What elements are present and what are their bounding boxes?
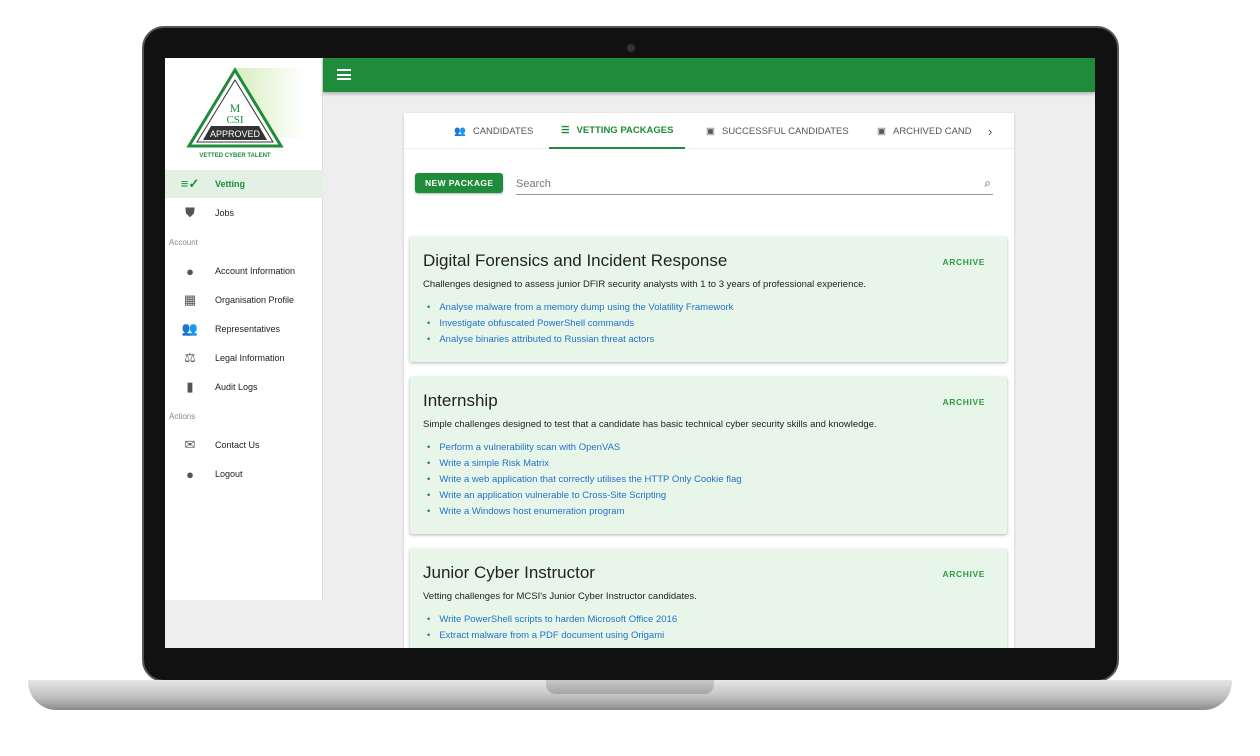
sidebar-item-legal-information[interactable]: ⚖ Legal Information bbox=[165, 344, 323, 372]
new-package-button[interactable]: NEW PACKAGE bbox=[415, 173, 504, 193]
challenge-link[interactable]: Investigate obfuscated PowerShell comman… bbox=[427, 316, 994, 332]
tab-vetting-packages[interactable]: ☰ VETTING PACKAGES bbox=[549, 113, 686, 149]
sidebar-item-label: Legal Information bbox=[215, 353, 285, 363]
sidebar-item-organisation-profile[interactable]: ▦ Organisation Profile bbox=[165, 286, 323, 314]
top-app-bar bbox=[323, 58, 1095, 92]
sidebar-item-contact-us[interactable]: ✉ Contact Us bbox=[165, 431, 323, 459]
app-screen: M CSI APPROVED VETTED CYBER TALENT ≡✓ Vet… bbox=[165, 58, 1095, 648]
mcsi-approved-logo: M CSI APPROVED VETTED CYBER TALENT bbox=[186, 67, 305, 159]
challenge-link[interactable]: Write a simple Risk Matrix bbox=[427, 456, 994, 472]
account-circle-icon: ● bbox=[186, 263, 194, 279]
package-title: Internship bbox=[423, 391, 498, 410]
package-title: Junior Cyber Instructor bbox=[423, 563, 595, 582]
challenge-link[interactable]: Extract malware from a PDF document usin… bbox=[427, 628, 994, 644]
mail-icon: ✉ bbox=[184, 437, 196, 452]
sidebar-item-label: Account Information bbox=[215, 266, 296, 276]
sidebar-item-audit-logs[interactable]: ▮ Audit Logs bbox=[165, 373, 323, 401]
tab-label: SUCCESSFUL CANDIDATES bbox=[721, 125, 849, 137]
package-description: Simple challenges designed to test that … bbox=[423, 419, 877, 430]
svg-text:CSI: CSI bbox=[226, 114, 243, 126]
tab-label: ARCHIVED CAND bbox=[892, 125, 972, 137]
webcam bbox=[627, 44, 635, 52]
sidebar: M CSI APPROVED VETTED CYBER TALENT ≡✓ Vet… bbox=[165, 58, 323, 600]
svg-text:APPROVED: APPROVED bbox=[210, 129, 261, 139]
package-description: Challenges designed to assess junior DFI… bbox=[423, 279, 867, 290]
tab-candidates[interactable]: 👥 CANDIDATES bbox=[442, 113, 545, 149]
challenge-link[interactable]: Write PowerShell scripts to harden Micro… bbox=[427, 612, 994, 628]
sidebar-item-label: Logout bbox=[215, 469, 243, 479]
archive-box-icon: ▣ bbox=[706, 125, 715, 137]
tab-successful-candidates[interactable]: ▣ SUCCESSFUL CANDIDATES bbox=[694, 113, 861, 149]
sidebar-item-label: Audit Logs bbox=[215, 382, 258, 392]
sidebar-item-account-information[interactable]: ● Account Information bbox=[165, 257, 323, 285]
menu-icon[interactable] bbox=[337, 69, 351, 80]
document-icon: ▮ bbox=[186, 379, 194, 394]
scales-icon: ⚖ bbox=[184, 350, 196, 365]
challenge-link[interactable]: Write a Windows host enumeration program bbox=[427, 504, 994, 520]
sidebar-item-label: Organisation Profile bbox=[215, 295, 295, 305]
sidebar-item-label: Jobs bbox=[215, 208, 235, 218]
checklist-icon: ≡✓ bbox=[180, 176, 200, 191]
archive-button[interactable]: ARCHIVE bbox=[943, 569, 985, 579]
search-input[interactable] bbox=[516, 173, 993, 195]
toolbar: NEW PACKAGE ⌕ bbox=[415, 173, 1003, 195]
sidebar-item-vetting[interactable]: ≡✓ Vetting bbox=[165, 170, 323, 198]
tab-archived-candidates[interactable]: ▣ ARCHIVED CAND bbox=[865, 113, 984, 149]
shield-person-icon: ⛊ bbox=[185, 205, 195, 220]
challenge-link[interactable]: Analyse binaries attributed to Russian t… bbox=[427, 332, 994, 348]
tabs-scroll-right-icon[interactable]: › bbox=[982, 113, 998, 149]
package-card: Internship ARCHIVE Simple challenges des… bbox=[410, 377, 1007, 534]
account-circle-icon: ● bbox=[186, 466, 194, 482]
content-panel: 👥 CANDIDATES ☰ VETTING PACKAGES ▣ SUCCESSFU… bbox=[404, 113, 1014, 648]
archive-button[interactable]: ARCHIVE bbox=[943, 397, 985, 407]
sidebar-item-label: Contact Us bbox=[215, 440, 260, 450]
group-icon: 👥 bbox=[454, 125, 466, 137]
svg-text:M: M bbox=[230, 101, 241, 115]
sidebar-item-representatives[interactable]: 👥 Representatives bbox=[165, 315, 323, 343]
search-icon[interactable]: ⌕ bbox=[984, 176, 991, 191]
sidebar-item-logout[interactable]: ● Logout bbox=[165, 460, 323, 488]
tab-bar: 👥 CANDIDATES ☰ VETTING PACKAGES ▣ SUCCESSFU… bbox=[404, 113, 1014, 149]
package-description: Vetting challenges for MCSI's Junior Cyb… bbox=[423, 591, 697, 602]
sidebar-item-label: Vetting bbox=[215, 179, 246, 189]
list-icon: ☰ bbox=[561, 124, 570, 136]
people-icon: 👥 bbox=[181, 321, 199, 336]
section-label-actions: Actions bbox=[169, 412, 196, 421]
challenge-link[interactable]: Write an application vulnerable to Cross… bbox=[427, 488, 994, 504]
challenge-link[interactable]: Analyse malware from a memory dump using… bbox=[427, 300, 994, 316]
sidebar-item-label: Representatives bbox=[215, 324, 281, 334]
archive-button[interactable]: ARCHIVE bbox=[943, 257, 985, 267]
package-card: Junior Cyber Instructor ARCHIVE Vetting … bbox=[410, 549, 1007, 648]
archive-box-icon: ▣ bbox=[877, 125, 886, 137]
challenge-link[interactable]: Perform a vulnerability scan with OpenVA… bbox=[427, 440, 994, 456]
svg-text:VETTED CYBER TALENT: VETTED CYBER TALENT bbox=[199, 153, 271, 159]
package-title: Digital Forensics and Incident Response bbox=[423, 251, 728, 270]
challenge-link[interactable]: Write a web application that correctly u… bbox=[427, 472, 994, 488]
tab-label: VETTING PACKAGES bbox=[576, 124, 674, 136]
building-icon: ▦ bbox=[183, 292, 197, 307]
laptop-notch bbox=[546, 680, 714, 694]
section-label-account: Account bbox=[169, 238, 198, 247]
sidebar-item-jobs[interactable]: ⛊ Jobs bbox=[165, 199, 323, 227]
package-card: Digital Forensics and Incident Response … bbox=[410, 237, 1007, 362]
tab-label: CANDIDATES bbox=[472, 125, 534, 137]
